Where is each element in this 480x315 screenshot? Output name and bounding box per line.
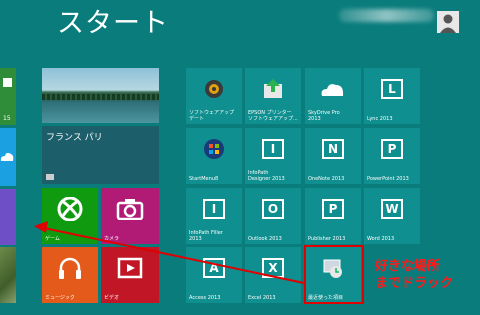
- highlight-box: [304, 245, 364, 304]
- drag-instruction: 好きな場所 までドラック: [375, 259, 454, 291]
